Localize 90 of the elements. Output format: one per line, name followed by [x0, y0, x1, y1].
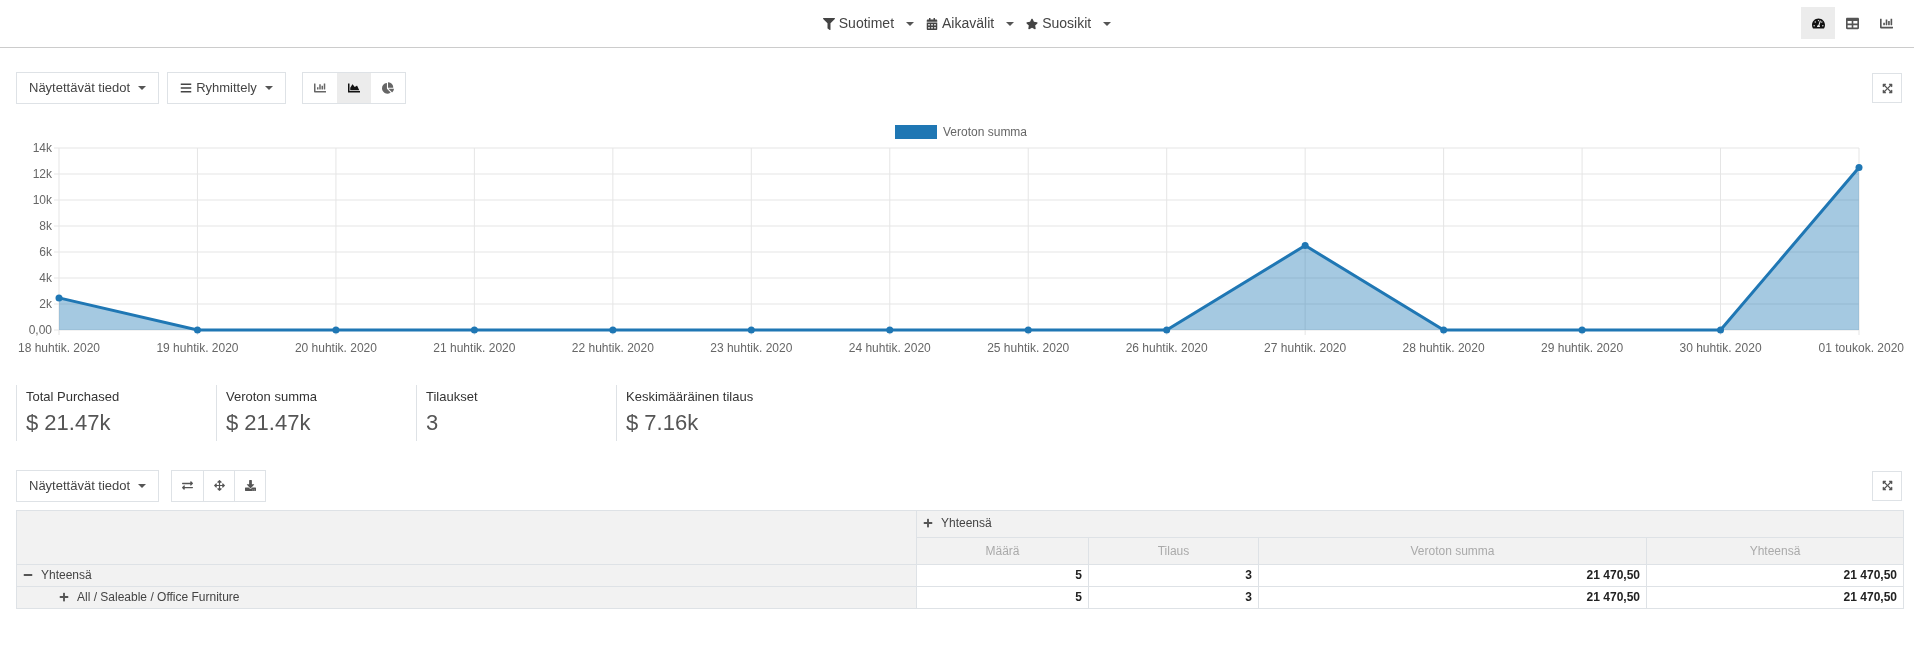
measures-dropdown[interactable]: Näytettävät tiedot — [16, 469, 160, 502]
data-point — [332, 326, 340, 334]
x-tick-label: 30 huhtik. 2020 — [1679, 341, 1762, 355]
y-tick-label: 2k — [39, 297, 52, 311]
x-tick-label: 26 huhtik. 2020 — [1125, 341, 1208, 355]
table-cell: 3 — [1088, 586, 1259, 608]
caret-icon — [906, 21, 915, 26]
column-header[interactable]: Yhteensä — [916, 510, 1904, 537]
plus-icon — [59, 591, 69, 602]
kpi-value: $ 21.47k — [26, 408, 112, 437]
y-tick-label: 4k — [39, 271, 52, 285]
data-point — [747, 326, 755, 334]
table-cell: 5 — [916, 564, 1089, 586]
table-cell: 21 470,50 — [1258, 586, 1647, 608]
x-tick-label: 29 huhtik. 2020 — [1541, 341, 1624, 355]
expand-button[interactable] — [1872, 470, 1902, 501]
y-tick-label: 0,00 — [28, 323, 52, 337]
expand-icon — [1881, 82, 1893, 94]
table-cell: 21 470,50 — [1258, 564, 1647, 586]
data-point — [1024, 326, 1032, 334]
data-point — [1578, 326, 1586, 334]
x-tick-label: 19 huhtik. 2020 — [156, 341, 239, 355]
row-header[interactable]: Yhteensä — [16, 564, 917, 586]
x-tick-label: 28 huhtik. 2020 — [1402, 341, 1485, 355]
pie-chart-icon — [381, 82, 394, 94]
table-cell: 21 470,50 — [1646, 586, 1904, 608]
area-chart-icon — [347, 82, 360, 94]
data-point — [1440, 326, 1448, 334]
table-cell: 5 — [916, 586, 1089, 608]
x-tick-label: 23 huhtik. 2020 — [710, 341, 793, 355]
data-point — [1717, 326, 1725, 334]
legend-label: Veroton summa — [943, 125, 1028, 139]
swap-arrows-icon — [182, 480, 194, 491]
legend-swatch — [895, 125, 937, 139]
caret-icon — [1006, 21, 1015, 26]
x-tick-label: 22 huhtik. 2020 — [571, 341, 654, 355]
kpi-label: Keskimääräinen tilaus — [626, 388, 755, 406]
caret-icon — [264, 86, 273, 90]
data-point — [193, 326, 201, 334]
measures-dropdown[interactable]: Näytettävät tiedot — [16, 72, 160, 104]
data-point — [470, 326, 478, 334]
y-tick-label: 8k — [39, 219, 52, 233]
gauge-icon — [1811, 16, 1825, 30]
y-tick-label: 10k — [32, 193, 52, 207]
bar-chart-icon — [313, 82, 326, 94]
filter-dropdown[interactable]: Aikavälit — [926, 13, 1015, 34]
kpi-label: Total Purchased — [26, 388, 121, 406]
data-point — [886, 326, 894, 334]
y-tick-label: 14k — [32, 141, 52, 155]
filter-dropdown[interactable]: Suotimet — [822, 13, 915, 34]
x-tick-label: 24 huhtik. 2020 — [848, 341, 931, 355]
data-point — [1163, 326, 1171, 334]
row-header[interactable]: All / Saleable / Office Furniture — [16, 586, 917, 608]
y-tick-label: 12k — [32, 167, 52, 181]
kpi-value: 3 — [426, 408, 440, 437]
bar-chart-icon — [1879, 16, 1893, 30]
download-icon — [244, 480, 256, 491]
caret-icon — [138, 483, 147, 488]
star-icon — [1026, 17, 1039, 30]
data-point — [1855, 164, 1863, 171]
y-tick-label: 6k — [39, 245, 52, 259]
kpi-value: $ 21.47k — [226, 408, 312, 437]
table-icon — [1845, 16, 1859, 30]
view-switch-button[interactable] — [1801, 7, 1835, 39]
x-tick-label: 27 huhtik. 2020 — [1264, 341, 1347, 355]
expand-button[interactable] — [1872, 73, 1902, 103]
kpi-value: $ 7.16k — [626, 408, 700, 437]
expand-icon — [1881, 480, 1893, 491]
table-cell: 21 470,50 — [1646, 564, 1904, 586]
group-by-dropdown[interactable]: Ryhmittely — [167, 72, 286, 104]
x-tick-label: 01 toukok. 2020 — [1818, 341, 1904, 355]
chart-type-button[interactable] — [336, 73, 371, 103]
filter-icon — [822, 17, 835, 30]
x-tick-label: 21 huhtik. 2020 — [433, 341, 516, 355]
caret-icon — [1103, 21, 1112, 26]
menu-icon — [180, 82, 193, 94]
x-tick-label: 25 huhtik. 2020 — [987, 341, 1070, 355]
filter-dropdown[interactable]: Suosikit — [1026, 13, 1112, 34]
x-tick-label: 20 huhtik. 2020 — [294, 341, 377, 355]
data-point — [609, 326, 617, 334]
data-point — [55, 294, 63, 302]
table-cell: 3 — [1088, 564, 1259, 586]
move-arrows-icon — [213, 480, 225, 491]
kpi-label: Tilaukset — [426, 388, 479, 406]
data-point — [1301, 242, 1309, 249]
caret-icon — [138, 86, 147, 90]
calendar-icon — [926, 17, 939, 30]
x-tick-label: 18 huhtik. 2020 — [17, 341, 101, 355]
plus-icon — [923, 518, 933, 528]
kpi-label: Veroton summa — [226, 388, 319, 406]
